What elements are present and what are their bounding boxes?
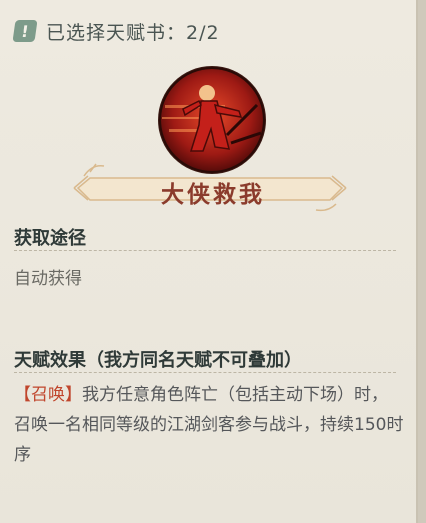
effect-description: 【召唤】我方任意角色阵亡（包括主动下场）时，召唤一名相同等级的江湖剑客参与战斗，… bbox=[14, 380, 404, 470]
selection-count: 已选择天赋书：2/2 bbox=[46, 21, 220, 44]
selection-header: ! 已选择天赋书：2/2 bbox=[12, 18, 220, 44]
panel-edge bbox=[418, 0, 426, 523]
summon-tag: 【召唤】 bbox=[14, 385, 82, 405]
talent-name: 大侠救我 bbox=[161, 182, 265, 208]
effect-title: 天赋效果（我方同名天赋不可叠加） bbox=[14, 350, 302, 371]
section-divider bbox=[14, 250, 396, 251]
source-title: 获取途径 bbox=[14, 228, 86, 249]
warrior-portrait-icon[interactable] bbox=[157, 65, 267, 175]
source-value: 自动获得 bbox=[14, 269, 82, 289]
exclamation-icon: ! bbox=[12, 20, 38, 42]
section-divider bbox=[14, 372, 396, 373]
